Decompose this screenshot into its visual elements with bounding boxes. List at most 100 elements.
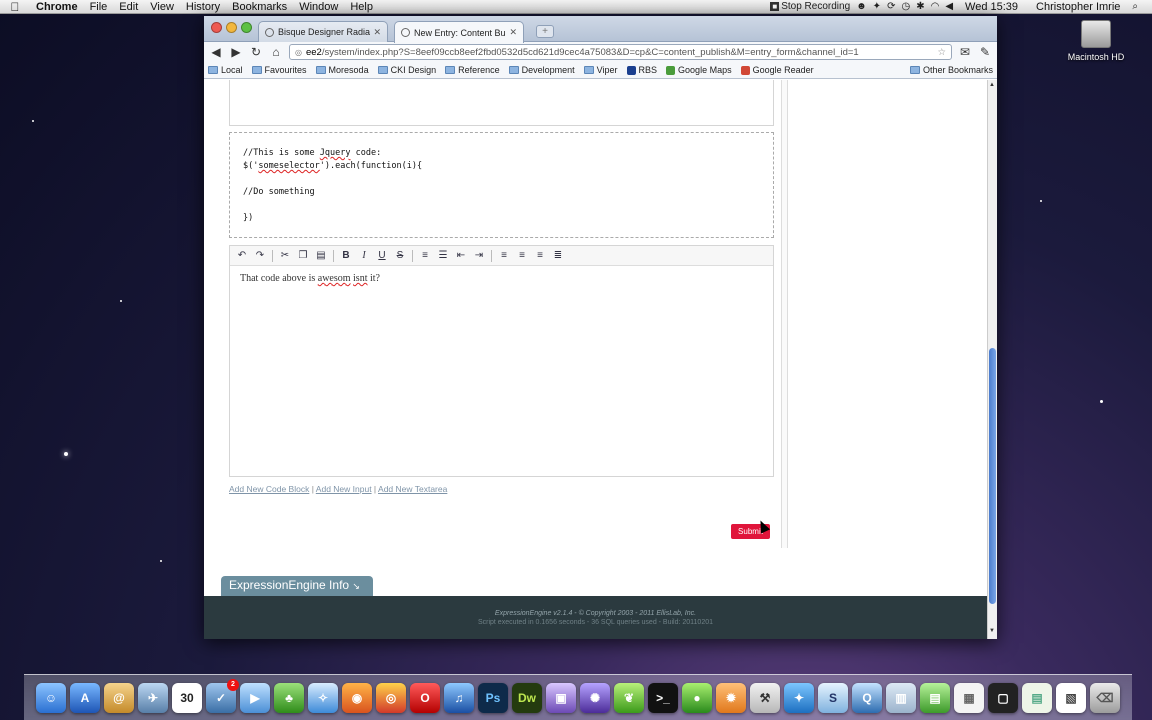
chrome-icon[interactable]: ◎ [376, 682, 406, 713]
time-machine-icon[interactable]: ◷ [901, 1, 910, 12]
bookmark-rbs[interactable]: RBS [626, 65, 657, 75]
utilities-icon[interactable]: ⚒ [750, 682, 780, 713]
menu-app-name[interactable]: Chrome [30, 1, 84, 13]
rich-text-editor[interactable]: ↶ ↷ ✂ ❐ ▤ B I U S ≡ ☰ ⇤ ⇥ ≡ ≡ ≡ ≣ That c… [229, 245, 774, 477]
extension-icon[interactable]: ✉ [958, 45, 972, 59]
align-right-icon[interactable]: ≡ [514, 248, 530, 264]
menu-window[interactable]: Window [293, 1, 344, 13]
tab-close-icon[interactable]: ✕ [373, 27, 381, 38]
document-icon[interactable]: ▧ [1056, 682, 1086, 713]
sequel-pro-icon[interactable]: ✺ [580, 682, 610, 713]
tab-bisque[interactable]: Bisque Designer Radiators ✕ [258, 21, 388, 42]
scroll-down-icon[interactable]: ▼ [989, 628, 995, 634]
spotlight-icon[interactable]: ⌕ [1132, 1, 1138, 12]
align-center-icon[interactable]: ≡ [532, 248, 548, 264]
scroll-thumb[interactable] [989, 348, 996, 604]
url-text[interactable]: ee2/system/index.php?S=8eef09ccb8eef2fbd… [306, 47, 933, 58]
bold-button[interactable]: B [338, 248, 354, 264]
document-stack-icon[interactable]: ▦ [954, 682, 984, 713]
volume-icon[interactable]: ◀ [945, 1, 953, 12]
cut-icon[interactable]: ✂ [277, 248, 293, 264]
menu-history[interactable]: History [180, 1, 226, 13]
trash-icon[interactable]: ⌫ [1090, 682, 1120, 713]
bluetooth-icon[interactable]: ✱ [916, 1, 924, 12]
add-textarea-link[interactable]: Add New Textarea [378, 484, 447, 494]
adium-icon[interactable]: ♣ [274, 682, 304, 713]
code-block[interactable]: //This is some Jquery code: $('someselec… [229, 132, 774, 238]
menu-file[interactable]: File [84, 1, 114, 13]
underline-button[interactable]: U [374, 248, 390, 264]
add-code-block-link[interactable]: Add New Code Block [229, 484, 309, 494]
twitter-dock-icon[interactable]: ✦ [784, 682, 814, 713]
menubar-user[interactable]: Christopher Imrie [1030, 1, 1126, 13]
editor-content[interactable]: That code above is awesom isnt it? [230, 266, 773, 291]
menu-bookmarks[interactable]: Bookmarks [226, 1, 293, 13]
tab-new-entry[interactable]: New Entry: Content Builder ✕ [394, 21, 524, 43]
redo-icon[interactable]: ↷ [252, 248, 268, 264]
ee-info-tab[interactable]: ExpressionEngine Info ↘ [221, 576, 373, 596]
menu-edit[interactable]: Edit [113, 1, 144, 13]
align-justify-icon[interactable]: ≣ [550, 248, 566, 264]
firefox-icon[interactable]: ◉ [342, 682, 372, 713]
textarea-previous[interactable] [229, 80, 774, 126]
close-window-button[interactable] [211, 22, 222, 33]
facetime-icon[interactable]: ▶ [240, 682, 270, 713]
bookmark-reference[interactable]: Reference [445, 65, 500, 75]
italic-button[interactable]: I [356, 248, 372, 264]
quicktime-icon[interactable]: Q [852, 682, 882, 713]
bookmark-favourites[interactable]: Favourites [251, 65, 307, 75]
coda-icon[interactable]: ❦ [614, 682, 644, 713]
tab-close-icon[interactable]: ✕ [509, 27, 517, 38]
address-book-icon[interactable]: @ [104, 682, 134, 713]
bookmark-development[interactable]: Development [508, 65, 575, 75]
finder-icon[interactable]: ☺ [36, 682, 66, 713]
itunes-icon[interactable]: ♫ [444, 682, 474, 713]
back-icon[interactable]: ◀ [209, 45, 223, 59]
paste-icon[interactable]: ▤ [313, 248, 329, 264]
screen-stack-icon[interactable]: ▢ [988, 682, 1018, 713]
bookmark-google-reader[interactable]: Google Reader [740, 65, 814, 75]
forward-icon[interactable]: ▶ [229, 45, 243, 59]
archive-icon[interactable]: ▣ [546, 682, 576, 713]
bookmark-other[interactable]: Other Bookmarks [909, 65, 993, 75]
photoshop-icon[interactable]: Ps [478, 682, 508, 713]
system-preferences-icon[interactable]: ✹ [716, 682, 746, 713]
bookmark-cki-design[interactable]: CKI Design [377, 65, 436, 75]
indent-icon[interactable]: ⇥ [471, 248, 487, 264]
bookmark-local[interactable]: Local [208, 65, 243, 75]
recording-status[interactable]: ■ Stop Recording [770, 1, 850, 12]
sync-icon[interactable]: ⟳ [887, 1, 895, 12]
menu-help[interactable]: Help [344, 1, 379, 13]
menubar-clock[interactable]: Wed 15:39 [959, 1, 1024, 13]
reload-icon[interactable]: ↻ [249, 45, 263, 59]
strikethrough-button[interactable]: S [392, 248, 408, 264]
menu-view[interactable]: View [144, 1, 180, 13]
align-left-icon[interactable]: ≡ [496, 248, 512, 264]
bookmark-moresoda[interactable]: Moresoda [315, 65, 369, 75]
address-bar[interactable]: ◎ ee2/system/index.php?S=8eef09ccb8eef2f… [289, 44, 952, 60]
ordered-list-icon[interactable]: ≡ [417, 248, 433, 264]
twitter-icon[interactable]: ✦ [873, 1, 881, 12]
desktop-disk[interactable]: Macintosh HD [1062, 20, 1130, 62]
page-scrollbar[interactable]: ▲ ▼ [987, 80, 997, 639]
things-icon[interactable]: ✓ 2 [206, 678, 239, 713]
safari-icon[interactable]: ✧ [308, 682, 338, 713]
opera-icon[interactable]: O [410, 682, 440, 713]
undo-icon[interactable]: ↶ [234, 248, 250, 264]
wifi-icon[interactable]: ◠ [931, 1, 940, 12]
copy-icon[interactable]: ❐ [295, 248, 311, 264]
add-input-link[interactable]: Add New Input [316, 484, 372, 494]
skype-icon[interactable]: S [818, 682, 848, 713]
bookmark-star-icon[interactable]: ☆ [937, 47, 946, 58]
outdent-icon[interactable]: ⇤ [453, 248, 469, 264]
dreamweaver-icon[interactable]: Dw [512, 682, 542, 713]
bookmark-viper[interactable]: Viper [583, 65, 618, 75]
ical-icon[interactable]: 30 [172, 682, 202, 713]
apple-menu-icon[interactable]:  [0, 0, 30, 14]
network-icon[interactable]: ● [682, 682, 712, 713]
minimize-window-button[interactable] [226, 22, 237, 33]
downloads-stack-icon[interactable]: ▥ [886, 682, 916, 713]
terminal-icon[interactable]: >_ [648, 682, 678, 713]
bookmark-google-maps[interactable]: Google Maps [666, 65, 732, 75]
preview-icon[interactable]: ✈ [138, 682, 168, 713]
